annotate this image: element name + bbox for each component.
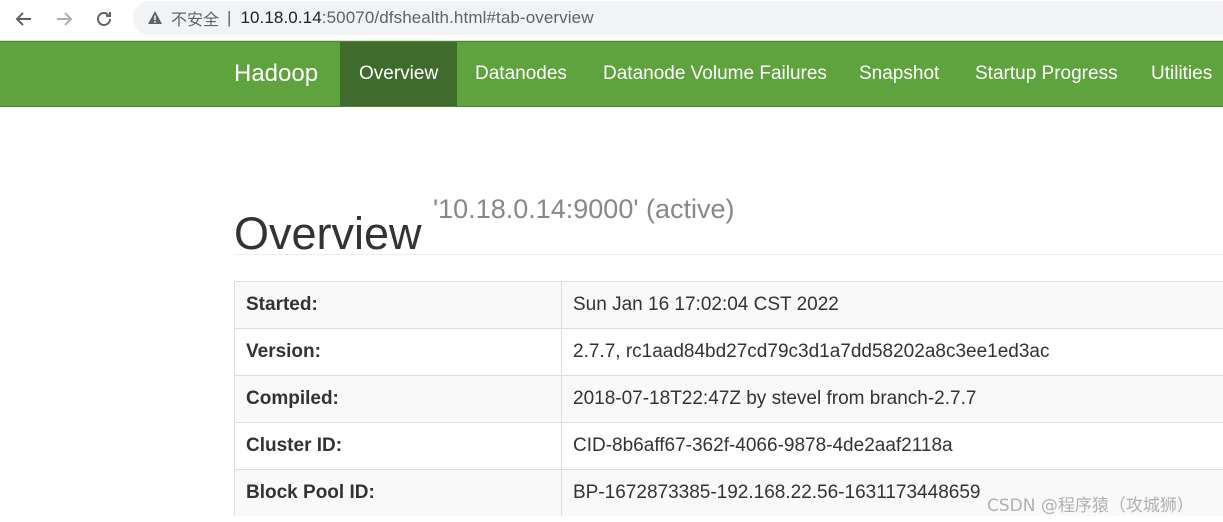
page-header: Overview '10.18.0.14:9000' (active) xyxy=(234,178,1223,259)
table-key: Compiled: xyxy=(234,375,562,423)
tab-snapshot[interactable]: Snapshot xyxy=(859,42,939,106)
tab-datanode-volume-failures[interactable]: Datanode Volume Failures xyxy=(603,42,827,106)
table-value: Sun Jan 16 17:02:04 CST 2022 xyxy=(561,281,1223,329)
table-row: Compiled: 2018-07-18T22:47Z by stevel fr… xyxy=(234,375,1223,423)
address-bar[interactable]: 不安全 | 10.18.0.14:50070/dfshealth.html#ta… xyxy=(133,1,1223,35)
browser-toolbar: 不安全 | 10.18.0.14:50070/dfshealth.html#ta… xyxy=(0,0,1223,41)
warning-triangle-icon[interactable] xyxy=(147,10,163,26)
table-value: CID-8b6aff67-362f-4066-9878-4de2aaf2118a xyxy=(561,422,1223,470)
namenode-address: '10.18.0.14:9000' (active) xyxy=(433,194,735,224)
tab-startup-progress[interactable]: Startup Progress xyxy=(975,42,1118,106)
table-value: 2018-07-18T22:47Z by stevel from branch-… xyxy=(561,375,1223,423)
reload-icon[interactable] xyxy=(89,4,119,34)
url-path: :50070/dfshealth.html#tab-overview xyxy=(321,8,594,27)
table-row: Cluster ID: CID-8b6aff67-362f-4066-9878-… xyxy=(234,422,1223,470)
brand-logo[interactable]: Hadoop xyxy=(234,42,318,106)
table-key: Cluster ID: xyxy=(234,422,562,470)
table-row: Version: 2.7.7, rc1aad84bd27cd79c3d1a7dd… xyxy=(234,328,1223,376)
address-separator: | xyxy=(227,8,232,27)
table-key: Started: xyxy=(234,281,562,329)
insecure-label[interactable]: 不安全 xyxy=(171,6,219,30)
navbar: Hadoop Overview Datanodes Datanode Volum… xyxy=(0,41,1223,107)
table-value: 2.7.7, rc1aad84bd27cd79c3d1a7dd58202a8c3… xyxy=(561,328,1223,376)
table-key: Block Pool ID: xyxy=(234,469,562,516)
url-host: 10.18.0.14 xyxy=(240,8,322,27)
tab-utilities[interactable]: Utilities xyxy=(1151,42,1212,106)
url-text[interactable]: 10.18.0.14:50070/dfshealth.html#tab-over… xyxy=(240,8,593,28)
overview-table: Started: Sun Jan 16 17:02:04 CST 2022 Ve… xyxy=(234,281,1223,516)
page-title: Overview xyxy=(234,208,422,260)
back-icon[interactable] xyxy=(9,4,39,34)
table-row: Started: Sun Jan 16 17:02:04 CST 2022 xyxy=(234,281,1223,329)
forward-icon[interactable] xyxy=(49,4,79,34)
table-key: Version: xyxy=(234,328,562,376)
tab-overview[interactable]: Overview xyxy=(340,42,458,106)
tab-datanodes[interactable]: Datanodes xyxy=(475,42,567,106)
watermark: CSDN @程序猿（攻城狮） xyxy=(987,496,1194,516)
